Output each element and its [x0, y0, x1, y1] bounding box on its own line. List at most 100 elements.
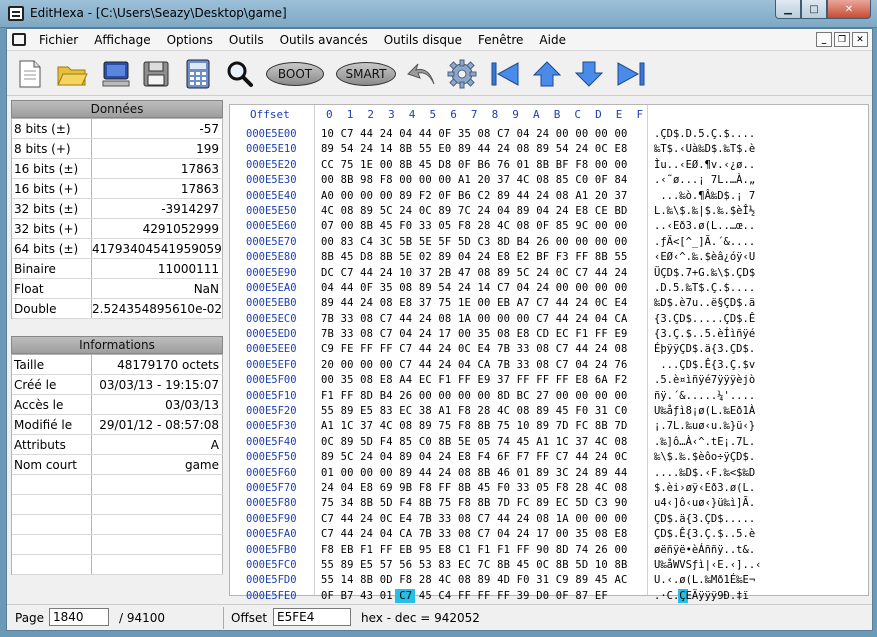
- hex-row[interactable]: 000E5F50 89 5C 24 04 89 04 24 E8 F4 6F F7…: [230, 450, 870, 465]
- maximize-button[interactable]: □: [801, 0, 827, 19]
- hex-row[interactable]: 000E5FD0 55 14 8B 0D F8 28 4C 08 89 4D F0…: [230, 573, 870, 588]
- hex-view[interactable]: Offset 0123456789 ABCDEF 000E5E00 10 C7 44…: [229, 104, 870, 617]
- row-bytes[interactable]: F1 FF 8D B4 26 00 00 00 00 8D BC 27 00 0…: [321, 390, 628, 402]
- hex-row[interactable]: 000E5EF0 20 00 00 00 C7 44 24 04 CA 7B 33…: [230, 358, 870, 373]
- computer-icon[interactable]: [99, 58, 133, 90]
- page-input[interactable]: 1840: [49, 608, 109, 626]
- row-ascii[interactable]: øëñÿë•èÁññÿ..t&.: [654, 544, 755, 556]
- row-ascii[interactable]: ‰T$.‹Uà‰D$.‰T$.è: [654, 143, 755, 155]
- row-bytes[interactable]: 7B 33 08 C7 44 24 08 1A 00 00 00 C7 44 2…: [321, 313, 628, 325]
- hex-row[interactable]: 000E5E50 4C 08 89 5C 24 0C 89 7C 24 04 89…: [230, 204, 870, 219]
- row-bytes[interactable]: 89 5C 24 04 89 04 24 E8 F4 6F F7 FF C7 4…: [321, 451, 628, 463]
- row-ascii[interactable]: ...‰ò.¶Â‰D$.¡ 7: [654, 190, 755, 202]
- row-ascii[interactable]: ¡.7L.‰uø‹u.‰}ü‹}: [654, 420, 755, 432]
- hex-row[interactable]: 000E5F10 F1 FF 8D B4 26 00 00 00 00 8D BC…: [230, 389, 870, 404]
- row-bytes[interactable]: F8 EB F1 FF EB 95 E8 C1 F1 F1 FF 90 8D 7…: [321, 544, 628, 556]
- row-ascii[interactable]: ..‹Eð3.ø(L..…œ..: [654, 220, 755, 232]
- row-bytes[interactable]: 55 89 E5 57 56 53 83 EC 7C 8B 45 0C 8B 5…: [321, 559, 628, 571]
- hex-row[interactable]: 000E5F60 01 00 00 00 89 44 24 08 8B 46 01…: [230, 466, 870, 481]
- mdi-restore-button[interactable]: ❐: [834, 32, 850, 47]
- row-ascii[interactable]: U.‹.ø(L.‰Mð1É‰E¬: [654, 574, 755, 586]
- row-bytes[interactable]: 4C 08 89 5C 24 0C 89 7C 24 04 89 04 24 E…: [321, 205, 628, 217]
- menu-0[interactable]: Fichier: [31, 33, 86, 47]
- row-ascii[interactable]: .·C.ÇEÄÿÿÿ9Ð.‡ï: [654, 590, 749, 602]
- row-bytes[interactable]: 00 35 08 E8 A4 EC F1 FF E9 37 FF FF FF E…: [321, 374, 628, 386]
- undo-icon[interactable]: [405, 58, 439, 90]
- search-icon[interactable]: [225, 58, 255, 90]
- menu-5[interactable]: Outils disque: [376, 33, 470, 47]
- page-up-icon[interactable]: [531, 58, 563, 90]
- row-bytes[interactable]: C7 44 24 04 CA 7B 33 08 C7 04 24 17 00 3…: [321, 528, 628, 540]
- mdi-minimize-button[interactable]: _: [816, 32, 832, 47]
- smart-button[interactable]: SMART: [335, 58, 397, 90]
- row-ascii[interactable]: ÉþÿÿÇD$.ä{3.ÇD$.: [654, 343, 755, 355]
- row-bytes[interactable]: 8B 45 D8 8B 5E 02 89 04 24 E8 E2 BF F3 F…: [321, 251, 628, 263]
- close-button[interactable]: ✕: [827, 0, 871, 19]
- hex-row[interactable]: 000E5E40 A0 00 00 00 89 F2 0F B6 C2 89 44…: [230, 189, 870, 204]
- row-ascii[interactable]: ÜÇD$.7+G.‰\$.ÇD$: [654, 267, 755, 279]
- row-ascii[interactable]: ÇD$.Ê{3.Ç.$..5.è: [654, 528, 755, 540]
- row-ascii[interactable]: .ƒÄ<[^_]Ã.´&....: [654, 236, 755, 248]
- hex-row[interactable]: 000E5FB0 F8 EB F1 FF EB 95 E8 C1 F1 F1 FF…: [230, 543, 870, 558]
- open-folder-icon[interactable]: [55, 58, 89, 90]
- row-ascii[interactable]: u4‹]ô‹uø‹}ü‰ì]Ã.: [654, 497, 755, 509]
- row-bytes[interactable]: A1 1C 37 4C 08 89 75 F8 8B 75 10 89 7D F…: [321, 420, 628, 432]
- row-ascii[interactable]: {3.ÇD$.....ÇD$.Ê: [654, 313, 755, 325]
- save-icon[interactable]: [141, 58, 171, 90]
- hex-row[interactable]: 000E5E30 00 8B 98 F8 00 00 00 A1 20 37 4C…: [230, 173, 870, 188]
- hex-row[interactable]: 000E5E80 8B 45 D8 8B 5E 02 89 04 24 E8 E2…: [230, 250, 870, 265]
- row-ascii[interactable]: $.èi›øÿ‹Eð3.ø(L.: [654, 482, 755, 494]
- row-bytes[interactable]: 24 04 E8 69 9B F8 FF 8B 45 F0 33 05 F8 2…: [321, 482, 628, 494]
- hex-row[interactable]: 000E5FA0 C7 44 24 04 CA 7B 33 08 C7 04 24…: [230, 527, 870, 542]
- calculator-icon[interactable]: [183, 58, 213, 90]
- minimize-button[interactable]: ▁: [775, 0, 801, 19]
- menu-2[interactable]: Options: [159, 33, 221, 47]
- hex-row[interactable]: 000E5E70 00 83 C4 3C 5B 5E 5F 5D C3 8D B4…: [230, 235, 870, 250]
- document-icon[interactable]: [12, 33, 26, 46]
- hex-row[interactable]: 000E5F40 0C 89 5D F4 85 C0 8B 5E 05 74 45…: [230, 435, 870, 450]
- row-bytes[interactable]: 89 44 24 08 E8 37 75 1E 00 EB A7 C7 44 2…: [321, 297, 628, 309]
- row-ascii[interactable]: {3.Ç.$..5.èÍìñÿé: [654, 328, 755, 340]
- hex-row[interactable]: 000E5E00 10 C7 44 24 04 44 0F 35 08 C7 04…: [230, 127, 870, 142]
- row-ascii[interactable]: .D.5.‰T$.Ç.$....: [654, 282, 755, 294]
- row-bytes[interactable]: C7 44 24 0C E4 7B 33 08 C7 44 24 08 1A 0…: [321, 513, 628, 525]
- row-bytes[interactable]: 01 00 00 00 89 44 24 08 8B 46 01 89 3C 2…: [321, 467, 628, 479]
- settings-icon[interactable]: [445, 58, 479, 90]
- row-ascii[interactable]: ‹EØ‹^.‰.$èâ¿óÿ‹U: [654, 251, 755, 263]
- hex-row[interactable]: 000E5FC0 55 89 E5 57 56 53 83 EC 7C 8B 45…: [230, 558, 870, 573]
- row-bytes[interactable]: 89 54 24 14 8B 55 E0 89 44 24 08 89 54 2…: [321, 143, 628, 155]
- row-ascii[interactable]: .5.è¤ìñÿé7ÿÿÿèjò: [654, 374, 755, 386]
- hex-row[interactable]: 000E5E60 07 00 8B 45 F0 33 05 F8 28 4C 08…: [230, 219, 870, 234]
- menu-7[interactable]: Aide: [531, 33, 574, 47]
- row-bytes[interactable]: 75 34 8B 5D F4 8B 75 F8 8B 7D FC 89 EC 5…: [321, 497, 628, 509]
- row-bytes[interactable]: A0 00 00 00 89 F2 0F B6 C2 89 44 24 08 A…: [321, 190, 628, 202]
- hex-row[interactable]: 000E5F70 24 04 E8 69 9B F8 FF 8B 45 F0 33…: [230, 481, 870, 496]
- hex-row[interactable]: 000E5ED0 7B 33 08 C7 04 24 17 00 35 08 E8…: [230, 327, 870, 342]
- new-file-icon[interactable]: [15, 58, 45, 90]
- hex-row[interactable]: 000E5E20 CC 75 1E 00 8B 45 D8 0F B6 76 01…: [230, 158, 870, 173]
- hex-row[interactable]: 000E5FE0 0F B7 43 01 C7 45 C4 FF FF FF 39…: [230, 588, 870, 604]
- row-bytes[interactable]: 7B 33 08 C7 04 24 17 00 35 08 E8 CD EC F…: [321, 328, 628, 340]
- row-ascii[interactable]: .‰]ô…À‹^.tE¡.7L.: [654, 436, 755, 448]
- menu-3[interactable]: Outils: [221, 33, 272, 47]
- row-bytes[interactable]: CC 75 1E 00 8B 45 D8 0F B6 76 01 8B BF F…: [321, 159, 628, 171]
- row-bytes[interactable]: 10 C7 44 24 04 44 0F 35 08 C7 04 24 00 0…: [321, 128, 628, 140]
- offset-input[interactable]: E5FE4: [273, 608, 351, 626]
- hex-row[interactable]: 000E5F90 C7 44 24 0C E4 7B 33 08 C7 44 24…: [230, 512, 870, 527]
- row-bytes[interactable]: 00 8B 98 F8 00 00 00 A1 20 37 4C 08 85 C…: [321, 174, 628, 186]
- row-bytes[interactable]: 00 83 C4 3C 5B 5E 5F 5D C3 8D B4 26 00 0…: [321, 236, 628, 248]
- row-bytes[interactable]: 55 14 8B 0D F8 28 4C 08 89 4D F0 31 C9 8…: [321, 574, 628, 586]
- boot-button[interactable]: BOOT: [265, 58, 325, 90]
- last-page-icon[interactable]: [615, 58, 647, 90]
- row-bytes[interactable]: 0F B7 43 01 C7 45 C4 FF FF FF 39 D0 0F 8…: [321, 590, 608, 602]
- row-bytes[interactable]: 04 44 0F 35 08 89 54 24 14 C7 04 24 00 0…: [321, 282, 628, 294]
- row-ascii[interactable]: .ÇD$.D.5.Ç.$....: [654, 128, 755, 140]
- mdi-close-button[interactable]: ✕: [852, 32, 868, 47]
- menu-4[interactable]: Outils avancés: [272, 33, 376, 47]
- row-ascii[interactable]: ÇD$.ä{3.ÇD$.....: [654, 513, 755, 525]
- menu-1[interactable]: Affichage: [86, 33, 158, 47]
- row-bytes[interactable]: 07 00 8B 45 F0 33 05 F8 28 4C 08 0F 85 9…: [321, 220, 628, 232]
- first-page-icon[interactable]: [489, 58, 521, 90]
- row-ascii[interactable]: ‰\$.‰.$èôo÷ÿÇD$.: [654, 451, 755, 463]
- hex-row[interactable]: 000E5EE0 C9 FE FF FF C7 44 24 0C E4 7B 33…: [230, 342, 870, 357]
